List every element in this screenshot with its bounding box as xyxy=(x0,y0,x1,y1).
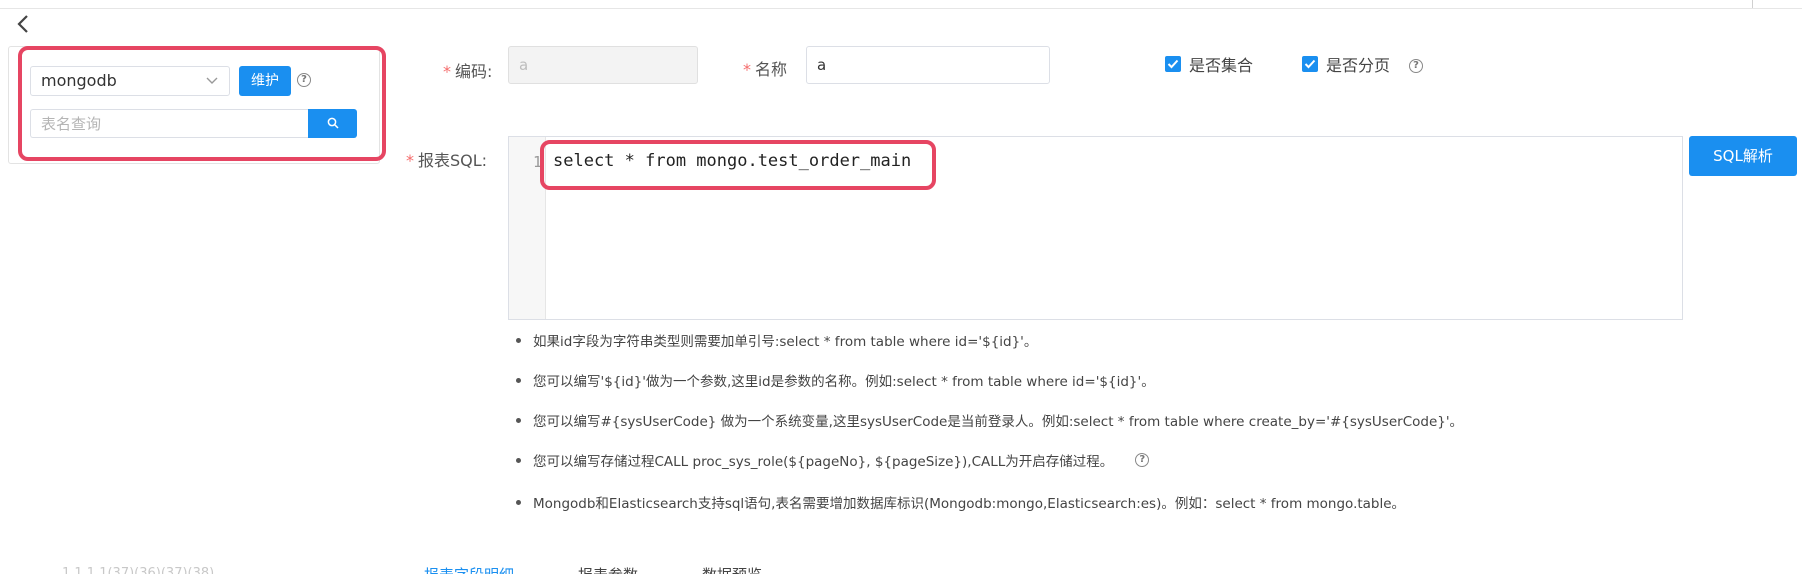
chevron-left-icon xyxy=(17,15,28,33)
list-item: 您可以编写'${id}'做为一个参数,这里id是参数的名称。例如:select … xyxy=(516,370,1155,390)
list-item: 您可以编写存储过程CALL proc_sys_role(${pageNo}, $… xyxy=(516,450,1150,470)
question-icon[interactable]: ? xyxy=(297,73,311,87)
back-button[interactable] xyxy=(12,12,36,36)
chevron-down-icon xyxy=(206,77,218,84)
bullet xyxy=(516,457,521,463)
list-item: Mongodb和Elasticsearch支持sql语句,表名需要增加数据库标识… xyxy=(516,492,1405,512)
bullet xyxy=(516,377,521,383)
is-paging-label: 是否分页 xyxy=(1326,56,1391,75)
code-input[interactable]: a xyxy=(508,46,698,84)
top-divider-tick xyxy=(1752,0,1753,8)
is-collection-checkbox[interactable]: 是否集合 xyxy=(1165,54,1254,75)
list-item: 您可以编写#{sysUserCode} 做为一个系统变量,这里sysUserCo… xyxy=(516,410,1463,430)
sql-label: * 报表SQL: xyxy=(406,151,488,170)
required-mark: * xyxy=(443,62,451,81)
tab-data-preview[interactable]: 数据预览 xyxy=(702,564,762,574)
name-label: * 名称 xyxy=(743,60,788,79)
tab-report-params[interactable]: 报表参数 xyxy=(578,564,638,574)
required-mark: * xyxy=(406,151,414,170)
bullet xyxy=(516,337,521,343)
maintain-button[interactable]: 维护 xyxy=(239,66,291,96)
datasource-select-value: mongodb xyxy=(41,71,117,90)
datasource-panel xyxy=(8,46,380,164)
search-icon xyxy=(327,117,339,129)
search-button[interactable] xyxy=(308,109,357,138)
list-item: 如果id字段为字符串类型则需要加单引号:select * from table … xyxy=(516,330,1037,350)
top-divider xyxy=(0,8,1802,9)
sql-parse-button[interactable]: SQL解析 xyxy=(1689,136,1797,176)
line-number: 1 xyxy=(533,153,543,171)
name-input[interactable]: a xyxy=(806,46,1050,84)
required-mark: * xyxy=(743,60,751,79)
footer-faint-text: 1.1.1.1(37)(36)(37)(38) xyxy=(62,566,215,574)
question-icon[interactable]: ? xyxy=(1409,59,1423,73)
tab-field-details[interactable]: 报表字段明细 xyxy=(424,564,514,574)
code-label: * 编码: xyxy=(443,62,493,81)
checkbox-checked-icon xyxy=(1302,56,1318,72)
sql-editor[interactable]: 1 select * from mongo.test_order_main xyxy=(508,136,1683,320)
checkbox-checked-icon xyxy=(1165,56,1181,72)
tab-bar: 1.1.1.1(37)(36)(37)(38) 报表字段明细 报表参数 数据预览 xyxy=(0,554,1802,574)
table-search-input[interactable] xyxy=(30,109,308,138)
datasource-select[interactable]: mongodb xyxy=(30,66,230,96)
question-icon[interactable]: ? xyxy=(1135,453,1150,467)
is-collection-label: 是否集合 xyxy=(1189,56,1254,75)
bullet xyxy=(516,499,521,505)
is-paging-checkbox[interactable]: 是否分页 xyxy=(1302,54,1391,75)
bullet xyxy=(516,417,521,423)
sql-code[interactable]: select * from mongo.test_order_main xyxy=(553,151,911,171)
